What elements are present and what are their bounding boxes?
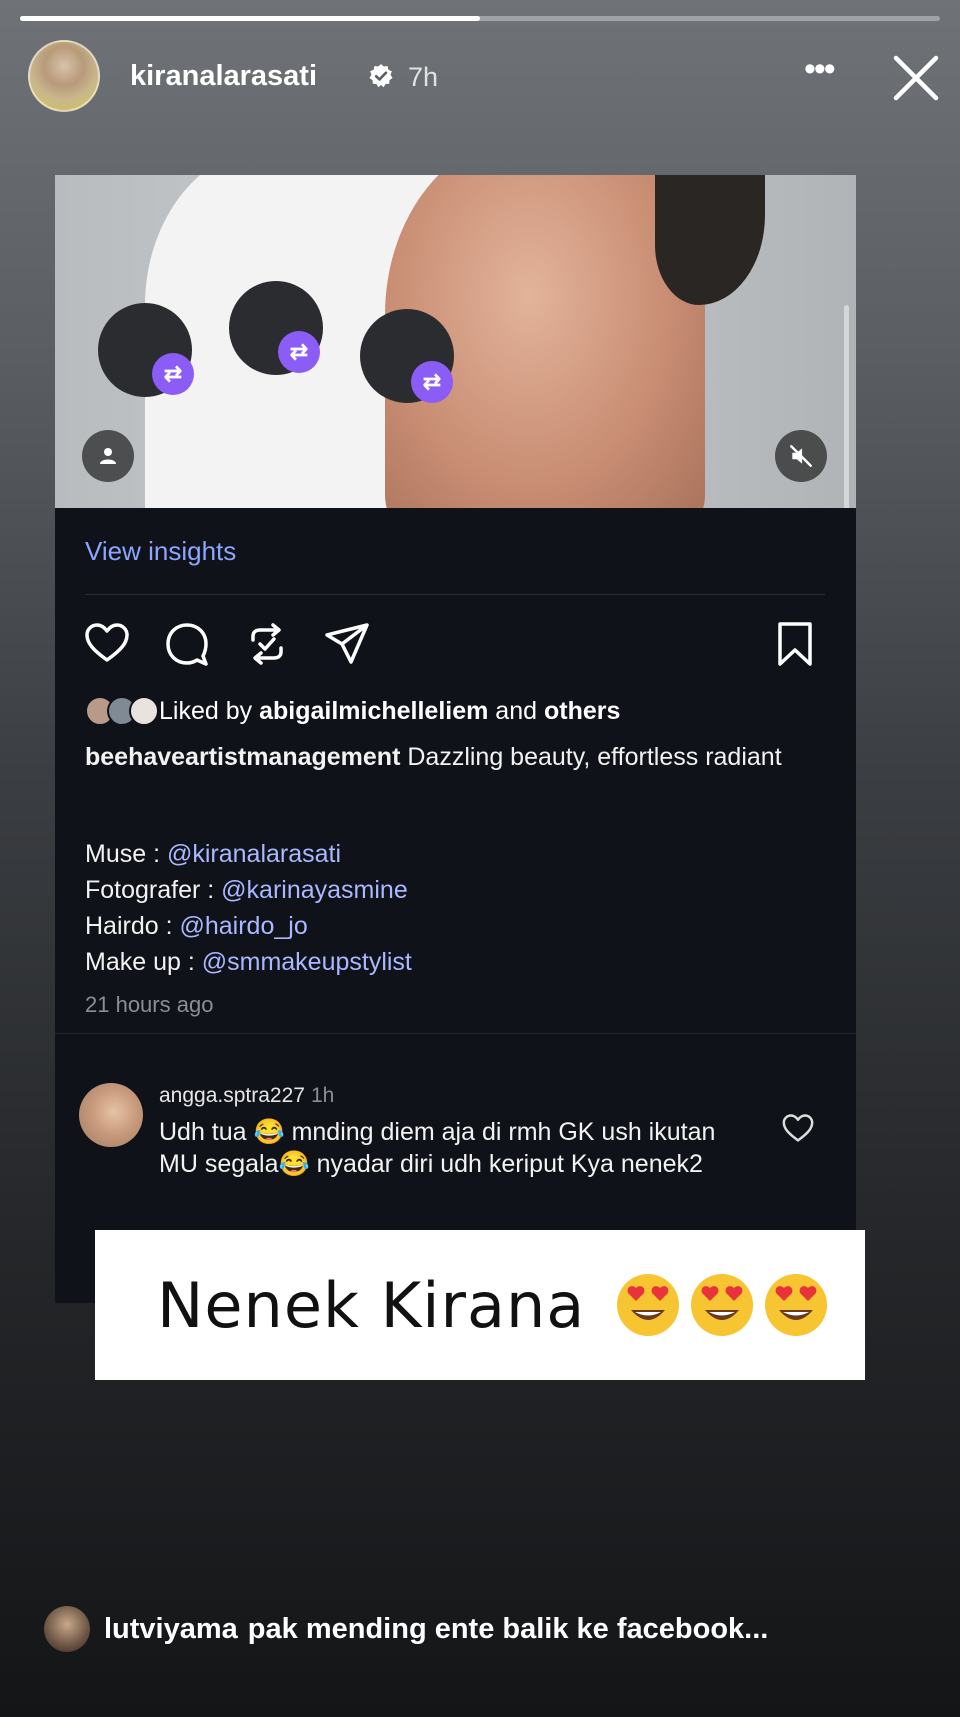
credit-label: Fotografer : <box>85 876 222 904</box>
liked-by-user[interactable]: abigailmichelleliem <box>259 697 488 726</box>
story-username[interactable]: kiranalarasati <box>130 60 317 93</box>
comment-time: 1h <box>310 1084 335 1107</box>
credit-line: Fotografer : @karinayasmine <box>85 872 412 908</box>
bookmark-icon[interactable] <box>771 620 819 668</box>
story-time: 7h <box>408 62 439 92</box>
comment-text: Udh tua 😂 mnding diem aja di rmh GK ush … <box>159 1118 716 1178</box>
credit-line: Muse : @kiranalarasati <box>85 836 412 872</box>
post-timestamp: 21 hours ago <box>85 992 214 1017</box>
caption-username[interactable]: beehaveartistmanagement <box>85 743 400 771</box>
credit-line: Hairdo : @hairdo_jo <box>85 908 412 944</box>
repost-icon[interactable] <box>243 620 291 668</box>
heart-icon[interactable] <box>83 620 131 668</box>
credit-label: Muse : <box>85 840 167 868</box>
liked-by-avatars <box>85 696 159 726</box>
more-horizontal-icon[interactable]: ••• <box>804 50 836 89</box>
story-progress-fill <box>20 16 480 21</box>
verified-badge-icon <box>369 64 393 88</box>
close-icon[interactable] <box>890 52 942 104</box>
liked-by-row[interactable]: Liked by abigailmichelleliem and others <box>85 696 620 726</box>
comment-username[interactable]: angga.sptra227 <box>159 1084 305 1107</box>
mention-link[interactable]: @smmakeupstylist <box>202 948 412 976</box>
story-avatar[interactable] <box>28 40 100 112</box>
mention-link[interactable]: @kiranalarasati <box>167 840 341 868</box>
story-header: kiranalarasati 7h ••• <box>28 40 940 118</box>
repost-badge-icon: ⇄ <box>152 353 194 395</box>
sticker-text: Nenek Kirana <box>157 1268 586 1342</box>
caption-text: Dazzling beauty, effortless radiant <box>407 743 782 771</box>
post-caption: beehaveartistmanagement Dazzling beauty,… <box>85 740 825 774</box>
liked-by-and: and <box>495 696 538 725</box>
text-sticker[interactable]: Nenek Kirana <box>95 1230 865 1380</box>
divider <box>85 594 825 595</box>
comment-header: angga.sptra227 1h <box>159 1084 334 1108</box>
mention-link[interactable]: @karinayasmine <box>221 876 408 904</box>
heart-eyes-emoji-icon <box>691 1274 754 1336</box>
reply-username[interactable]: lutviyama <box>104 1613 238 1646</box>
divider <box>55 1033 856 1034</box>
liked-by-others[interactable]: others <box>544 697 620 726</box>
credit-label: Hairdo : <box>85 912 180 940</box>
story-progress-bar <box>20 16 940 21</box>
speaker-muted-icon <box>790 445 812 467</box>
credit-line: Make up : @smmakeupstylist <box>85 944 412 980</box>
heart-eyes-emoji-icon <box>765 1274 828 1336</box>
photo-hair <box>655 175 765 305</box>
post-details: View insights Liked by abigailmichelleli… <box>55 508 856 1303</box>
tagged-people-button[interactable] <box>82 430 134 482</box>
mention-link[interactable]: @hairdo_jo <box>179 912 307 940</box>
post-credits: Muse : @kiranalarasati Fotografer : @kar… <box>85 836 412 980</box>
mute-button[interactable] <box>775 430 827 482</box>
heart-eyes-emoji-icon <box>617 1274 680 1336</box>
post-photo[interactable]: ⇄ ⇄ ⇄ <box>55 175 856 508</box>
reply-preview[interactable]: lutviyama pak mending ente balik ke face… <box>44 1604 944 1654</box>
repost-badge-icon: ⇄ <box>278 331 320 373</box>
reply-text: pak mending ente balik ke facebook... <box>247 1612 769 1645</box>
credit-label: Make up : <box>85 948 202 976</box>
post-action-row <box>83 620 823 670</box>
comment-avatar[interactable] <box>79 1083 143 1147</box>
view-insights-link[interactable]: View insights <box>85 536 236 567</box>
person-icon <box>100 448 116 464</box>
repost-badge-icon: ⇄ <box>411 361 453 403</box>
liked-by-prefix: Liked by <box>159 696 253 725</box>
share-icon[interactable] <box>323 620 371 668</box>
avatar <box>129 696 159 726</box>
reply-avatar <box>44 1606 90 1652</box>
comment-like-heart-icon[interactable] <box>781 1112 815 1146</box>
comment-icon[interactable] <box>163 620 211 668</box>
